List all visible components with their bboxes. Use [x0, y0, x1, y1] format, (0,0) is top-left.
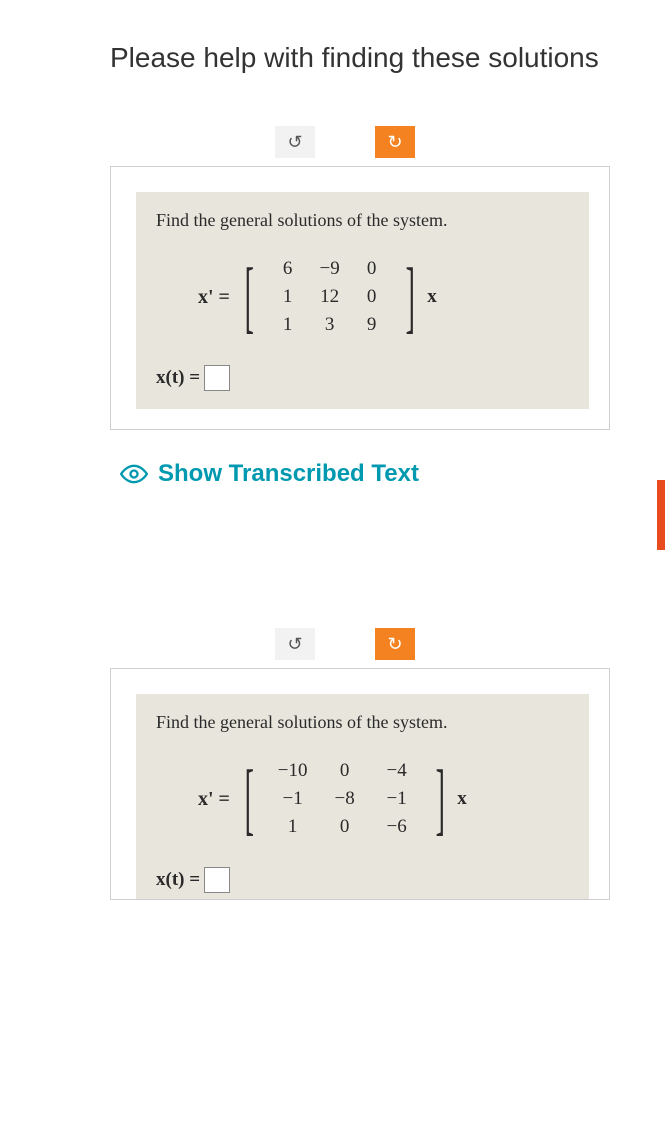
show-transcribed-button[interactable]: Show Transcribed Text [120, 460, 665, 488]
bracket-right-icon: ] [435, 759, 444, 839]
matrix-cell: 0 [351, 255, 393, 283]
problem-1: ↺ ↻ Find the general solutions of the sy… [110, 126, 610, 430]
problem-heading-1: Find the general solutions of the system… [148, 210, 579, 231]
problem-card-1: Find the general solutions of the system… [110, 166, 610, 430]
matrix-1: 6 −9 0 1 12 0 1 3 9 [263, 255, 397, 339]
problem-heading-2: Find the general solutions of the system… [148, 712, 579, 733]
problem-image-1: Find the general solutions of the system… [136, 192, 589, 409]
bracket-right-icon: ] [405, 257, 414, 337]
matrix-cell: 1 [267, 813, 319, 841]
bracket-left-icon: [ [245, 759, 254, 839]
matrix-row: 1 12 0 [267, 283, 393, 311]
matrix-cell: 0 [351, 283, 393, 311]
trailing-x-1: x [427, 286, 437, 308]
rotate-toolbar-1: ↺ ↻ [275, 126, 610, 158]
matrix-cell: 12 [309, 283, 351, 311]
matrix-equation-2: x' = [ −10 0 −4 −1 −8 −1 [148, 757, 579, 841]
matrix-row: 6 −9 0 [267, 255, 393, 283]
answer-input-1[interactable] [204, 365, 230, 391]
matrix-row: −1 −8 −1 [267, 785, 423, 813]
matrix-row: 1 0 −6 [267, 813, 423, 841]
matrix-cell: 3 [309, 311, 351, 339]
matrix-cell: −9 [309, 255, 351, 283]
answer-lhs-2: x(t) = [156, 869, 200, 891]
eq-lhs-2: x' = [198, 788, 230, 811]
answer-lhs-1: x(t) = [156, 367, 200, 389]
answer-line-1: x(t) = [148, 365, 579, 391]
answer-line-2: x(t) = [148, 867, 579, 893]
matrix-2: −10 0 −4 −1 −8 −1 1 0 −6 [263, 757, 427, 841]
matrix-cell: −6 [371, 813, 423, 841]
problem-card-2: Find the general solutions of the system… [110, 668, 610, 900]
rotate-ccw-button[interactable]: ↺ [275, 628, 315, 660]
matrix-cell: 0 [319, 757, 371, 785]
matrix-cell: −1 [267, 785, 319, 813]
matrix-row: 1 3 9 [267, 311, 393, 339]
matrix-cell: 0 [319, 813, 371, 841]
problem-2: ↺ ↻ Find the general solutions of the sy… [110, 628, 610, 900]
eq-lhs-1: x' = [198, 286, 230, 309]
matrix-equation-1: x' = [ 6 −9 0 1 12 0 [148, 255, 579, 339]
rotate-toolbar-2: ↺ ↻ [275, 628, 610, 660]
matrix-cell: −4 [371, 757, 423, 785]
feedback-tab[interactable] [657, 480, 665, 550]
rotate-cw-button[interactable]: ↻ [375, 628, 415, 660]
rotate-cw-button[interactable]: ↻ [375, 126, 415, 158]
question-title: Please help with finding these solutions [110, 40, 610, 76]
matrix-cell: 6 [267, 255, 309, 283]
matrix-cell: −8 [319, 785, 371, 813]
matrix-cell: 1 [267, 311, 309, 339]
matrix-cell: 1 [267, 283, 309, 311]
bracket-left-icon: [ [245, 257, 254, 337]
show-transcribed-label: Show Transcribed Text [158, 460, 419, 488]
problem-image-2: Find the general solutions of the system… [136, 694, 589, 899]
matrix-row: −10 0 −4 [267, 757, 423, 785]
trailing-x-2: x [457, 788, 467, 810]
matrix-cell: −10 [267, 757, 319, 785]
answer-input-2[interactable] [204, 867, 230, 893]
eye-icon [120, 460, 148, 488]
matrix-cell: 9 [351, 311, 393, 339]
matrix-cell: −1 [371, 785, 423, 813]
rotate-ccw-button[interactable]: ↺ [275, 126, 315, 158]
